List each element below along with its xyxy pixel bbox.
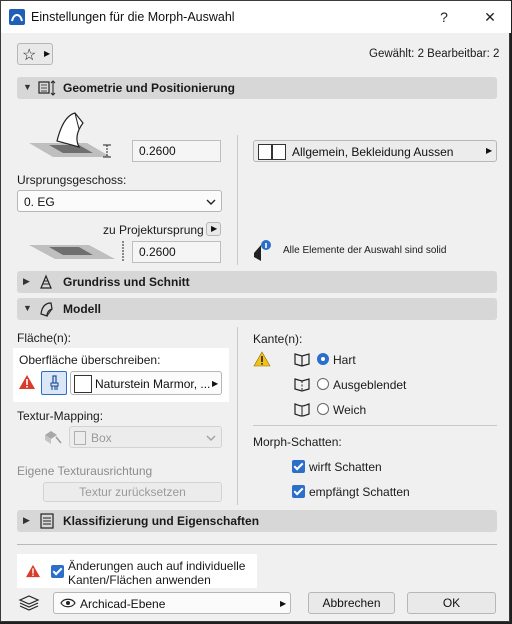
- geometry-icon: [38, 80, 56, 96]
- section-floorplan-header[interactable]: ▶ Grundriss und Schnitt: [17, 271, 497, 293]
- collapse-arrow-icon: ▼: [23, 303, 32, 313]
- hidden-edge-icon: [294, 378, 310, 392]
- divider: [17, 544, 497, 545]
- override-label: Oberfläche überschreiben:: [19, 353, 161, 367]
- offset-reference-button[interactable]: ▶: [206, 222, 221, 236]
- building-material-value: Allgemein, Bekleidung Aussen: [292, 145, 454, 159]
- receives-shadow-label: empfängt Schatten: [309, 485, 410, 499]
- reset-texture-button[interactable]: Textur zurücksetzen: [43, 482, 222, 502]
- offset-label: zu Projektursprung: [103, 223, 204, 237]
- warning-icon: [26, 564, 40, 578]
- chevron-right-icon: ▶: [211, 224, 218, 233]
- window-title: Einstellungen für die Morph-Auswahl: [31, 10, 235, 24]
- home-story-value: 0. EG: [24, 195, 55, 209]
- layer-value: Archicad-Ebene: [80, 597, 166, 611]
- receives-shadow-checkbox[interactable]: [292, 485, 305, 498]
- apply-edges-checkbox[interactable]: [51, 565, 64, 578]
- morph-height-illustration: [29, 112, 111, 158]
- apply-edges-label-line2: Kanten/Flächen anwenden: [68, 573, 211, 587]
- own-texture-label: Eigene Texturausrichtung: [17, 464, 153, 478]
- divider: [237, 135, 238, 265]
- casts-shadow-checkbox[interactable]: [292, 460, 305, 473]
- chevron-right-icon: ▶: [280, 599, 287, 608]
- section-floorplan-label: Grundriss und Schnitt: [63, 275, 190, 289]
- collapse-arrow-icon: ▼: [23, 82, 32, 92]
- chevron-down-icon: [206, 435, 216, 441]
- chevron-right-icon: ▶: [212, 379, 219, 388]
- edge-hard-radio[interactable]: [317, 353, 329, 365]
- star-icon: ☆: [22, 47, 37, 64]
- chevron-down-icon: [206, 199, 216, 205]
- hard-edge-icon: [294, 353, 310, 367]
- morph-settings-dialog: Einstellungen für die Morph-Auswahl ? ✕ …: [0, 0, 511, 622]
- surface-value: Naturstein Marmor, ...: [95, 377, 211, 391]
- faces-label: Fläche(n):: [17, 331, 72, 345]
- warning-icon: [253, 351, 271, 367]
- casts-shadow-label: wirft Schatten: [309, 460, 382, 474]
- layer-picker[interactable]: Archicad-Ebene ▶: [53, 592, 291, 614]
- override-surface-toggle[interactable]: [41, 371, 67, 395]
- smooth-edge-icon: [294, 403, 310, 417]
- box-mapping-icon: [74, 431, 86, 445]
- texture-mapping-label: Textur-Mapping:: [17, 409, 104, 423]
- morph-offset-illustration: [29, 241, 124, 261]
- height-input[interactable]: 0.2600: [132, 140, 221, 162]
- floorplan-icon: [40, 274, 52, 289]
- offset-input[interactable]: 0.2600: [132, 241, 221, 263]
- surface-swatch-icon: [74, 375, 92, 393]
- classification-icon: [40, 513, 54, 529]
- texture-mapping-value: Box: [91, 431, 112, 445]
- texture-mapping-select[interactable]: Box: [69, 426, 222, 448]
- material-swatch-icon: [258, 144, 272, 160]
- section-model-header[interactable]: ▼ Modell: [17, 298, 497, 320]
- material-swatch-icon: [272, 144, 286, 160]
- help-button[interactable]: ?: [431, 7, 457, 27]
- favorites-button[interactable]: ☆ ▶: [17, 43, 53, 65]
- home-story-label: Ursprungsgeschoss:: [17, 173, 127, 187]
- paint-brush-icon: [50, 375, 59, 390]
- solid-info-text: Alle Elemente der Auswahl sind solid: [283, 245, 447, 256]
- ok-button[interactable]: OK: [407, 592, 496, 614]
- eye-icon: [60, 598, 76, 608]
- edge-hard-label: Hart: [333, 353, 356, 367]
- layers-icon: [18, 595, 40, 611]
- chevron-right-icon: ▶: [486, 146, 493, 155]
- close-button[interactable]: ✕: [477, 7, 503, 27]
- section-geometry-header[interactable]: ▼ Geometrie und Positionierung: [17, 77, 497, 99]
- home-story-select[interactable]: 0. EG: [17, 190, 222, 212]
- cancel-button[interactable]: Abbrechen: [308, 592, 395, 614]
- selection-info: Gewählt: 2 Bearbeitbar: 2: [369, 48, 500, 60]
- model-icon: [40, 302, 53, 317]
- building-material-picker[interactable]: Allgemein, Bekleidung Aussen ▶: [253, 140, 497, 162]
- expand-arrow-icon: ▶: [23, 515, 30, 525]
- edges-label: Kante(n):: [253, 332, 303, 346]
- edge-smooth-label: Weich: [333, 403, 367, 417]
- section-classification-label: Klassifizierung und Eigenschaften: [63, 514, 260, 528]
- chevron-right-icon: ▶: [44, 49, 51, 58]
- solid-info-icon: [254, 240, 271, 261]
- edge-hidden-radio[interactable]: [317, 378, 329, 390]
- archicad-app-icon: [9, 9, 25, 25]
- divider: [237, 327, 238, 505]
- shadow-label: Morph-Schatten:: [253, 435, 342, 449]
- section-model-label: Modell: [63, 302, 101, 316]
- section-geometry-label: Geometrie und Positionierung: [63, 81, 236, 95]
- expand-arrow-icon: ▶: [23, 276, 30, 286]
- divider: [253, 425, 497, 426]
- edge-hidden-label: Ausgeblendet: [333, 378, 407, 392]
- texture-mapping-icon: [45, 431, 62, 444]
- title-bar: Einstellungen für die Morph-Auswahl ? ✕: [1, 1, 511, 33]
- section-classification-header[interactable]: ▶ Klassifizierung und Eigenschaften: [17, 510, 497, 532]
- warning-icon: [19, 375, 35, 389]
- edge-smooth-radio[interactable]: [317, 403, 329, 415]
- apply-edges-label-line1: Änderungen auch auf individuelle: [68, 559, 246, 573]
- surface-picker[interactable]: Naturstein Marmor, ... ▶: [70, 371, 222, 395]
